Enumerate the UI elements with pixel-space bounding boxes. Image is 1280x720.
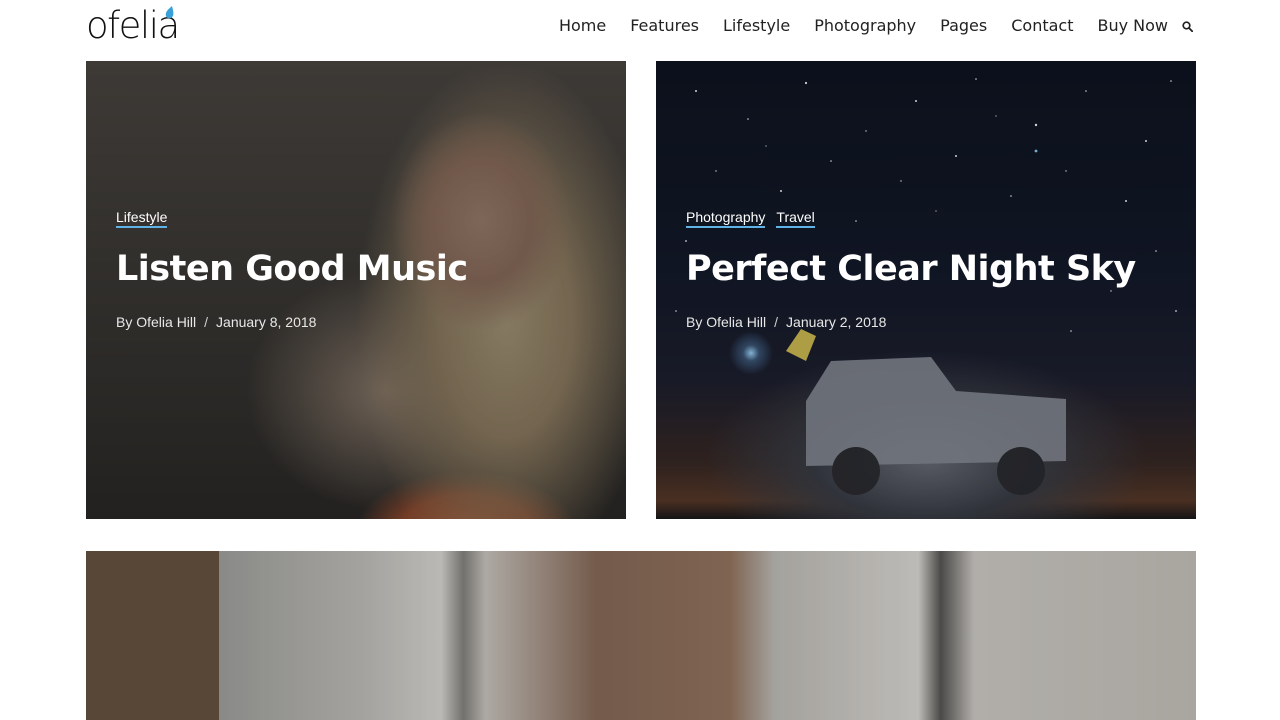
- category-link[interactable]: Travel: [776, 209, 815, 228]
- main-nav: Home Features Lifestyle Photography Page…: [559, 14, 1196, 38]
- post-categories: Lifestyle: [116, 209, 596, 228]
- post-card[interactable]: Lifestyle Listen Good Music By Ofelia Hi…: [86, 61, 626, 519]
- post-author[interactable]: By Ofelia Hill: [116, 314, 196, 330]
- meta-separator: /: [774, 314, 779, 330]
- nav-photography[interactable]: Photography: [814, 14, 916, 38]
- nav-features[interactable]: Features: [630, 14, 699, 38]
- post-categories: Photography Travel: [686, 209, 1166, 228]
- post-date[interactable]: January 2, 2018: [786, 314, 886, 330]
- post-meta: By Ofelia Hill / January 2, 2018: [686, 314, 1166, 330]
- meta-separator: /: [204, 314, 209, 330]
- post-date[interactable]: January 8, 2018: [216, 314, 316, 330]
- nav-pages[interactable]: Pages: [940, 14, 987, 38]
- category-link[interactable]: Photography: [686, 209, 766, 228]
- site-header: ofelia Home Features Lifestyle Photograp…: [0, 0, 1280, 61]
- post-meta: By Ofelia Hill / January 8, 2018: [116, 314, 596, 330]
- post-card-content: Lifestyle Listen Good Music By Ofelia Hi…: [116, 209, 596, 330]
- post-card[interactable]: [86, 551, 1196, 720]
- nav-buy-now[interactable]: Buy Now: [1097, 14, 1168, 38]
- post-card-content: Photography Travel Perfect Clear Night S…: [686, 209, 1166, 330]
- post-author[interactable]: By Ofelia Hill: [686, 314, 766, 330]
- post-title[interactable]: Listen Good Music: [116, 248, 596, 290]
- search-icon[interactable]: [1182, 19, 1196, 33]
- nav-contact[interactable]: Contact: [1011, 14, 1073, 38]
- nav-lifestyle[interactable]: Lifestyle: [723, 14, 790, 38]
- image-overlay: [86, 551, 1196, 720]
- nav-home[interactable]: Home: [559, 14, 606, 38]
- category-link[interactable]: Lifestyle: [116, 209, 168, 228]
- site-logo[interactable]: ofelia: [86, 4, 180, 48]
- post-card[interactable]: Photography Travel Perfect Clear Night S…: [656, 61, 1196, 519]
- post-title[interactable]: Perfect Clear Night Sky: [686, 248, 1166, 290]
